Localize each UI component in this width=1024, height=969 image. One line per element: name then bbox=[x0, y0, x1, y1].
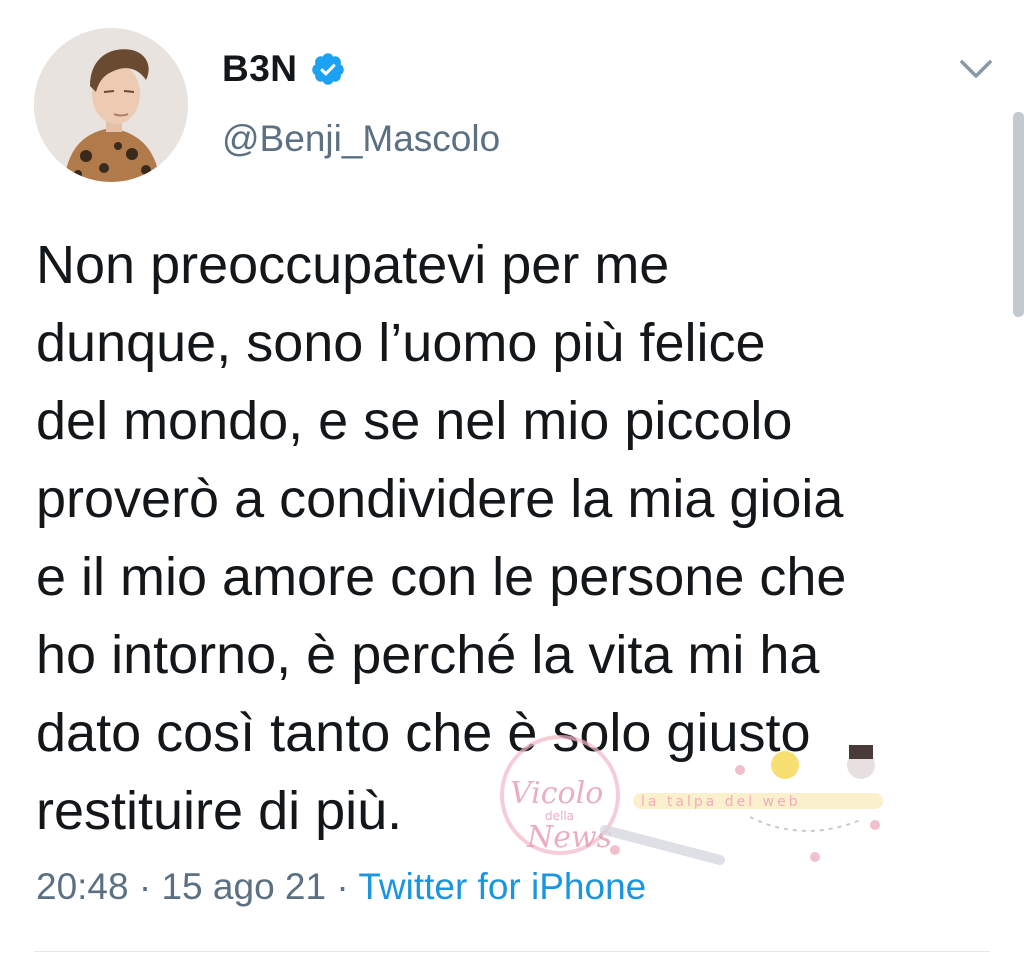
tweet-source-link[interactable]: Twitter for iPhone bbox=[358, 866, 646, 907]
tweet-card: B3N @Benji_Mascolo Non preoccupatevi per… bbox=[0, 0, 1024, 969]
meta-separator: · bbox=[128, 866, 162, 907]
display-name[interactable]: B3N bbox=[222, 48, 298, 90]
chevron-down-icon[interactable] bbox=[958, 54, 994, 84]
profile-avatar[interactable] bbox=[34, 28, 188, 182]
tweet-time[interactable]: 20:48 bbox=[36, 866, 129, 907]
divider bbox=[34, 951, 990, 952]
meta-separator: · bbox=[326, 866, 359, 907]
tweet-date[interactable]: 15 ago 21 bbox=[161, 866, 326, 907]
tweet-text: Non preoccupatevi per me dunque, sono l’… bbox=[36, 235, 847, 841]
user-handle[interactable]: @Benji_Mascolo bbox=[222, 118, 500, 160]
verified-badge-icon bbox=[310, 51, 346, 87]
tweet-metadata: 20:48 · 15 ago 21 · Twitter for iPhone bbox=[36, 866, 646, 908]
author-name-row[interactable]: B3N bbox=[222, 48, 346, 90]
scrollbar-thumb[interactable] bbox=[1013, 112, 1024, 317]
